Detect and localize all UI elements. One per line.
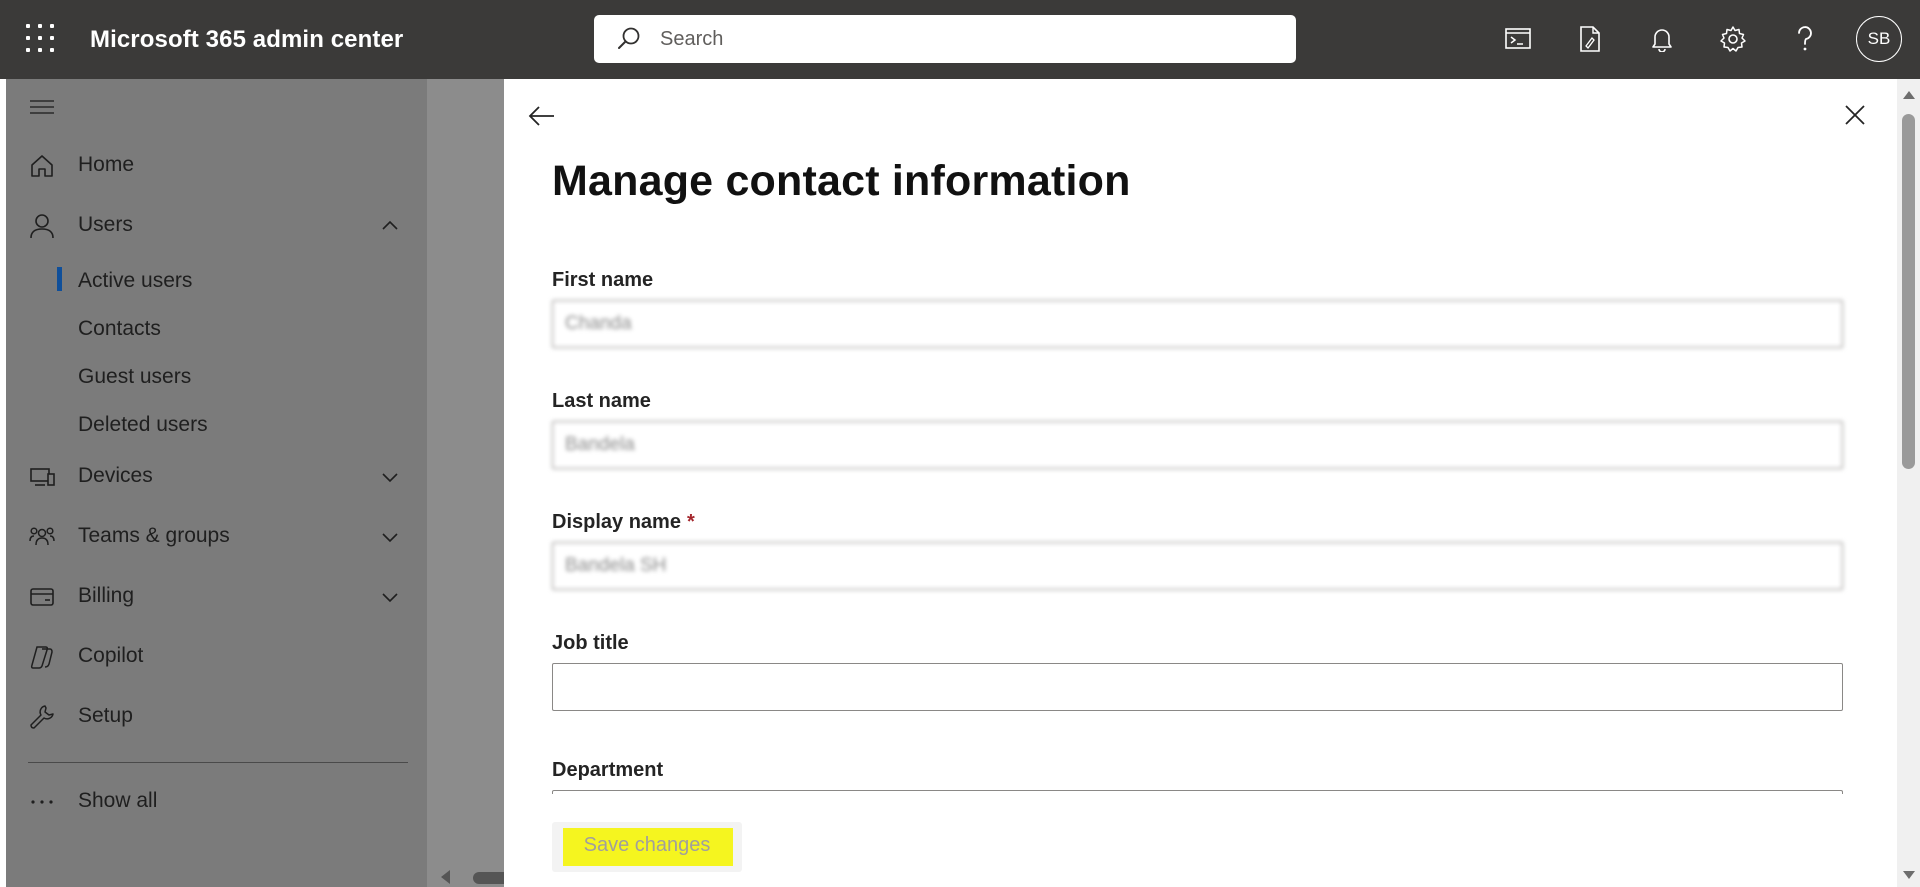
terminal-icon[interactable] (1501, 22, 1535, 56)
home-icon (31, 155, 53, 177)
top-bar: Microsoft 365 admin center Search SB (0, 0, 1920, 79)
back-arrow-icon[interactable] (526, 100, 558, 132)
close-icon[interactable] (1840, 100, 1870, 130)
nav-label-home: Home (78, 153, 135, 176)
more-icon (31, 800, 53, 804)
left-navigation: Home Users Active users Contacts Guest u… (6, 79, 427, 887)
copilot-icon (30, 646, 53, 669)
search-icon (618, 27, 640, 49)
nav-item-devices[interactable]: Devices (6, 453, 427, 499)
search-placeholder: Search (660, 28, 724, 50)
document-sign-icon[interactable] (1573, 22, 1607, 56)
last-name-field[interactable] (552, 421, 1843, 469)
hamburger-icon[interactable] (28, 97, 56, 117)
app-title[interactable]: Microsoft 365 admin center (90, 26, 403, 54)
scroll-down-arrow[interactable] (1903, 871, 1915, 879)
save-changes-label: Save changes (583, 834, 711, 856)
chevron-down-icon[interactable] (380, 527, 400, 547)
nav-item-users[interactable]: Users (6, 202, 427, 248)
nav-item-home[interactable]: Home (6, 142, 427, 188)
department-label: Department (552, 759, 664, 781)
nav-label-devices: Devices (78, 464, 153, 487)
wrench-icon (30, 705, 54, 729)
first-name-field[interactable] (552, 300, 1843, 348)
nav-item-show-all[interactable]: Show all (6, 778, 427, 824)
nav-sub-deleted-users[interactable]: Deleted users (78, 413, 208, 437)
nav-label-billing: Billing (78, 584, 135, 607)
active-indicator (57, 267, 62, 291)
nav-label-copilot: Copilot (78, 644, 144, 667)
nav-sub-guest-users[interactable]: Guest users (78, 365, 191, 389)
background-overlay (427, 79, 513, 887)
nav-item-setup[interactable]: Setup (6, 693, 427, 739)
last-name-label: Last name (552, 390, 651, 412)
nav-label-setup: Setup (78, 704, 133, 727)
save-changes-button[interactable]: Save changes (552, 822, 742, 872)
nav-sub-contacts[interactable]: Contacts (78, 317, 161, 341)
page-title: Manage contact information (552, 157, 1131, 205)
chevron-down-icon[interactable] (380, 467, 400, 487)
avatar[interactable]: SB (1856, 16, 1902, 62)
scroll-left-arrow[interactable] (441, 870, 450, 884)
nav-label-teams-groups: Teams & groups (78, 524, 230, 547)
user-icon (30, 214, 54, 239)
nav-item-billing[interactable]: Billing (6, 573, 427, 619)
display-name-field[interactable] (552, 542, 1843, 590)
search-box[interactable]: Search (594, 15, 1296, 63)
nav-item-teams-groups[interactable]: Teams & groups (6, 513, 427, 559)
required-marker: * (686, 511, 695, 533)
nav-label-users: Users (78, 213, 133, 236)
gear-icon[interactable] (1716, 22, 1750, 56)
vertical-scrollbar[interactable] (1897, 79, 1920, 887)
bell-icon[interactable] (1645, 22, 1679, 56)
display-name-label: Display name * (552, 511, 695, 534)
first-name-label: First name (552, 269, 654, 291)
nav-divider (28, 762, 408, 763)
manage-contact-panel: Manage contact information First name La… (504, 79, 1897, 887)
devices-icon (30, 468, 55, 486)
vertical-scrollbar-thumb[interactable] (1902, 114, 1915, 469)
job-title-field[interactable] (552, 663, 1843, 711)
display-name-label-text: Display name (552, 511, 681, 533)
help-icon[interactable] (1788, 22, 1822, 56)
people-team-icon (29, 527, 55, 546)
nav-item-copilot[interactable]: Copilot (6, 633, 427, 679)
scroll-up-arrow[interactable] (1903, 91, 1915, 99)
job-title-label: Job title (552, 632, 629, 654)
chevron-up-icon[interactable] (380, 216, 400, 236)
chevron-down-icon[interactable] (380, 587, 400, 607)
nav-sub-active-users[interactable]: Active users (78, 269, 192, 293)
nav-label-show-all: Show all (78, 789, 158, 812)
billing-icon (30, 588, 54, 606)
waffle-icon[interactable] (26, 24, 56, 54)
